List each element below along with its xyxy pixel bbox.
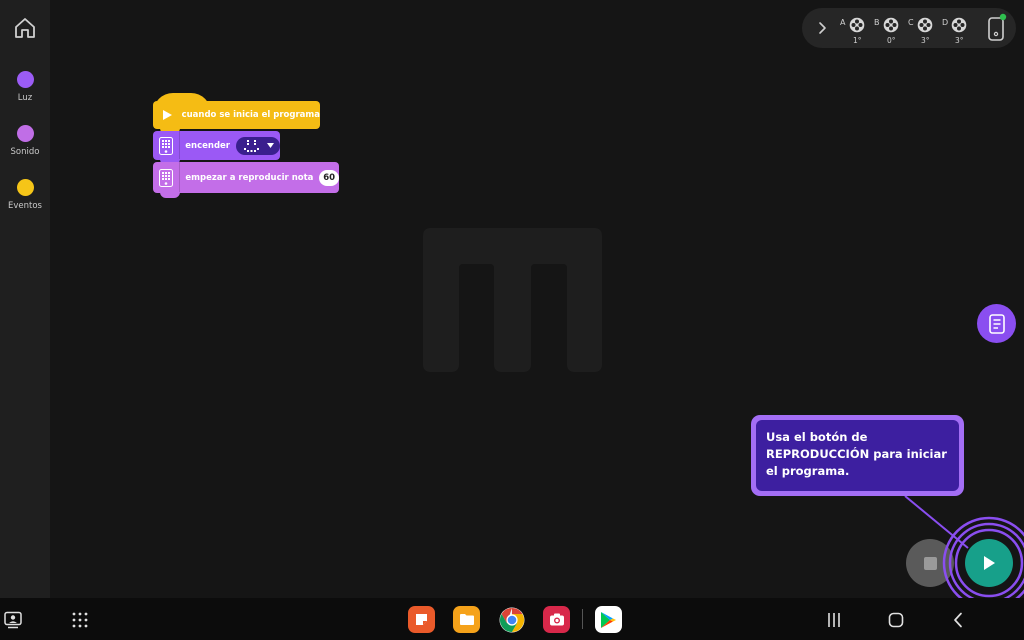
block-palette-sidebar: Luz Sonido Eventos <box>0 0 50 598</box>
back-nav-icon[interactable] <box>952 612 964 628</box>
play-button[interactable] <box>965 539 1013 587</box>
port-b-label: B <box>874 18 880 27</box>
port-d-value: 3° <box>955 36 964 45</box>
port-d[interactable]: D 3° <box>942 14 972 45</box>
port-c-value: 3° <box>921 36 930 45</box>
note-value-input[interactable]: 60 <box>319 169 339 186</box>
hub-speaker-icon <box>153 162 181 193</box>
notes-app-icon[interactable] <box>408 606 435 633</box>
category-label-luz: Luz <box>17 93 33 103</box>
block-light-on[interactable]: encender <box>153 131 280 160</box>
spike-app: Luz Sonido Eventos cuando se inicia el p… <box>0 0 1024 640</box>
canvas-watermark-logo <box>423 228 602 372</box>
block-connector <box>160 192 180 198</box>
screen-cast-icon[interactable] <box>4 611 22 629</box>
light-matrix-icon <box>153 131 181 160</box>
play-icon <box>984 556 995 570</box>
category-dot-eventos <box>16 179 34 196</box>
knowledge-base-button[interactable] <box>977 304 1016 343</box>
motor-icon <box>917 17 933 33</box>
hub-status-bar: A 1° B 0° C 3° D 3° <box>802 8 1016 48</box>
tooltip-text: Usa el botón de REPRODUCCIÓN para inicia… <box>756 420 959 491</box>
chevron-right-icon[interactable] <box>814 20 830 36</box>
category-sonido[interactable]: Sonido <box>0 125 50 157</box>
onboarding-tooltip: Usa el botón de REPRODUCCIÓN para inicia… <box>751 415 964 496</box>
port-d-label: D <box>942 18 949 27</box>
chevron-down-icon <box>267 143 274 148</box>
hat-block-label: cuando se inicia el programa <box>181 110 320 120</box>
port-a[interactable]: A 1° <box>840 14 870 45</box>
motor-icon <box>951 17 967 33</box>
camera-app-icon[interactable] <box>543 606 570 633</box>
category-label-sonido: Sonido <box>10 147 40 157</box>
category-dot-sonido <box>16 125 34 142</box>
files-app-icon[interactable] <box>453 606 480 633</box>
port-c[interactable]: C 3° <box>908 14 938 45</box>
category-dot-luz <box>16 71 34 88</box>
category-luz[interactable]: Luz <box>0 71 50 103</box>
recent-apps-icon[interactable] <box>827 612 841 628</box>
motor-icon <box>849 17 865 33</box>
matrix-pattern-dropdown[interactable] <box>236 136 280 155</box>
play-store-icon[interactable] <box>595 606 622 633</box>
home-icon[interactable] <box>13 16 37 40</box>
port-b[interactable]: B 0° <box>874 14 904 45</box>
port-c-label: C <box>908 18 914 27</box>
port-a-value: 1° <box>853 36 862 45</box>
sound-block-label: empezar a reproducir nota <box>185 172 314 183</box>
port-a-label: A <box>840 18 846 27</box>
app-drawer-icon[interactable] <box>72 612 88 628</box>
block-start-playing-note[interactable]: empezar a reproducir nota 60 <box>153 162 339 193</box>
block-when-program-starts[interactable]: cuando se inicia el programa <box>153 101 320 129</box>
chrome-app-icon[interactable] <box>498 606 525 633</box>
document-icon <box>988 313 1005 334</box>
category-label-eventos: Eventos <box>8 201 42 211</box>
home-nav-icon[interactable] <box>888 612 904 628</box>
port-b-value: 0° <box>887 36 896 45</box>
hub-connected-icon[interactable] <box>986 13 1008 43</box>
play-icon <box>153 101 182 129</box>
taskbar-divider <box>582 609 583 629</box>
category-eventos[interactable]: Eventos <box>0 179 50 211</box>
light-block-label: encender <box>185 140 230 151</box>
smiley-matrix-icon <box>244 139 259 152</box>
motor-icon <box>883 17 899 33</box>
stop-icon <box>923 556 937 570</box>
